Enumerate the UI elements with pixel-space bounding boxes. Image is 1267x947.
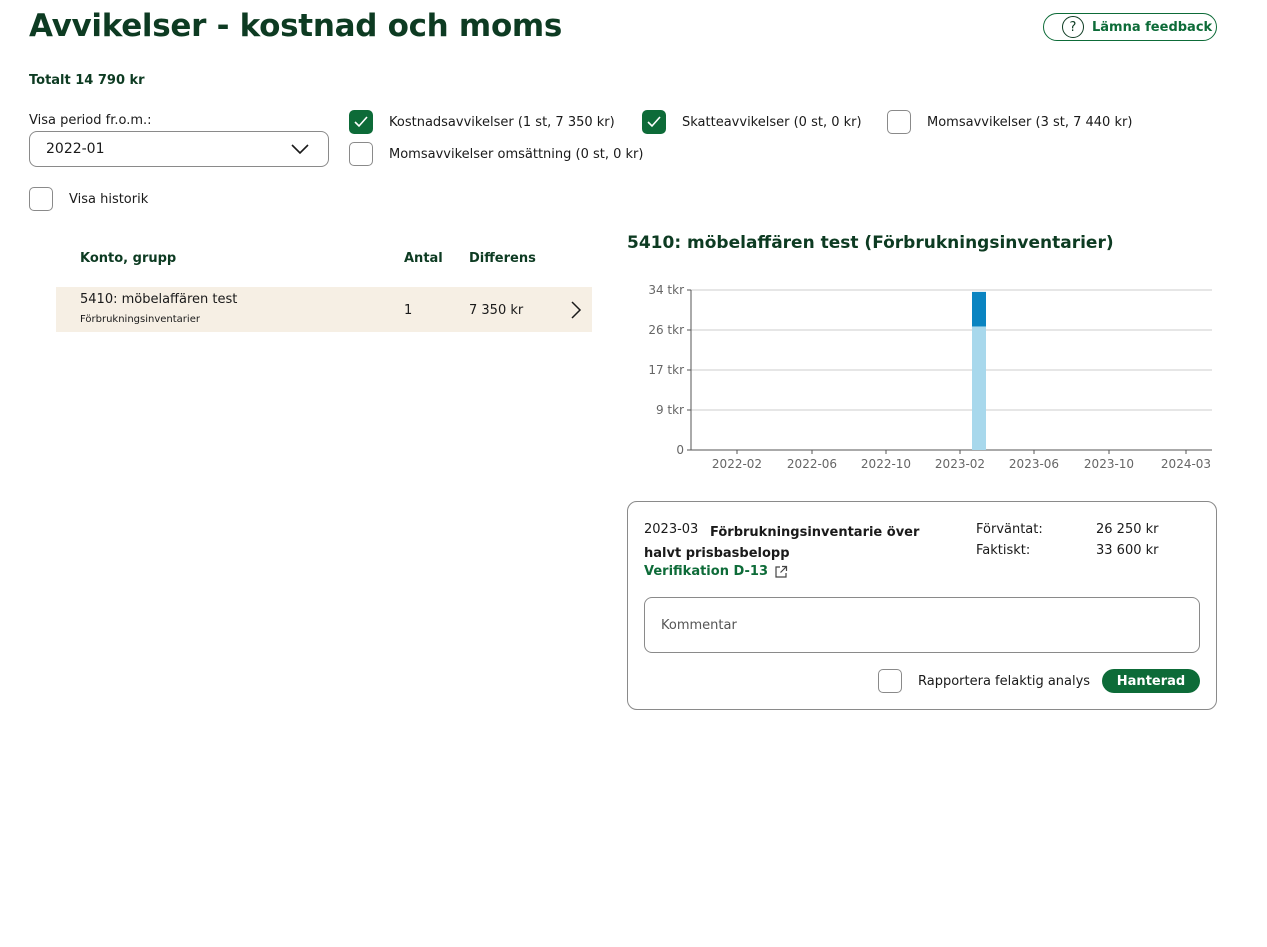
y-tick-label: 34 tkr <box>648 283 684 297</box>
total-sum: Totalt 14 790 kr <box>29 73 145 88</box>
detail-description: Förbrukningsinventarie över halvt prisba… <box>644 525 920 561</box>
column-header-account: Konto, grupp <box>80 251 177 266</box>
x-tick-label: 2024-03 <box>1161 457 1211 471</box>
period-select[interactable]: 2022-01 <box>29 131 329 167</box>
x-tick-label: 2023-02 <box>935 457 985 471</box>
bar-excess <box>972 291 986 327</box>
external-link-icon <box>775 565 788 578</box>
chevron-down-icon <box>291 144 309 155</box>
checkmark-icon <box>354 116 368 128</box>
feedback-label: Lämna feedback <box>1092 19 1213 35</box>
x-tick-label: 2023-06 <box>1009 457 1059 471</box>
checkmark-icon <box>647 116 661 128</box>
vat-turnover-label: Momsavvikelser omsättning (0 st, 0 kr) <box>389 147 644 162</box>
column-header-diff: Differens <box>469 251 536 266</box>
feedback-button[interactable]: ? Lämna feedback <box>1043 13 1217 41</box>
expected-label: Förväntat: <box>976 522 1043 537</box>
y-tick-label: 9 tkr <box>656 403 684 417</box>
cost-deviations-label: Kostnadsavvikelser (1 st, 7 350 kr) <box>389 115 615 130</box>
handled-button[interactable]: Hanterad <box>1102 669 1200 693</box>
vat-deviations-checkbox[interactable] <box>887 110 911 134</box>
show-history-checkbox[interactable] <box>29 187 53 211</box>
expected-value: 26 250 kr <box>1096 522 1159 537</box>
row-count: 1 <box>404 303 413 318</box>
cost-deviations-checkbox[interactable] <box>349 110 373 134</box>
vat-turnover-checkbox[interactable] <box>349 142 373 166</box>
tax-deviations-label: Skatteavvikelser (0 st, 0 kr) <box>682 115 862 130</box>
y-tick-label: 0 <box>676 443 684 457</box>
period-value: 2022-01 <box>46 141 105 157</box>
y-tick-label: 17 tkr <box>648 363 684 377</box>
table-row[interactable]: 5410: möbelaffären test Förbrukningsinve… <box>56 287 592 332</box>
y-tick-label: 26 tkr <box>648 323 684 337</box>
x-tick-label: 2022-06 <box>787 457 837 471</box>
x-tick-label: 2022-10 <box>861 457 911 471</box>
verification-label: Verifikation D-13 <box>644 564 768 579</box>
chart-title: 5410: möbelaffären test (Förbrukningsinv… <box>627 233 1114 253</box>
x-tick-label: 2022-02 <box>712 457 762 471</box>
row-diff: 7 350 kr <box>469 303 524 318</box>
actual-label: Faktiskt: <box>976 543 1031 558</box>
chevron-right-icon <box>571 301 582 319</box>
report-incorrect-label: Rapportera felaktig analys <box>918 674 1091 689</box>
comment-input[interactable] <box>644 597 1200 653</box>
bar-expected <box>972 326 986 450</box>
verification-link[interactable]: Verifikation D-13 <box>644 564 788 579</box>
page-title: Avvikelser - kostnad och moms <box>29 8 563 44</box>
row-account-name: 5410: möbelaffären test <box>80 292 238 307</box>
actual-value: 33 600 kr <box>1096 543 1159 558</box>
deviation-chart: 0 9 tkr 17 tkr 26 tkr 34 tkr 2022-02 2022-06 20… <box>648 283 1212 471</box>
report-incorrect-checkbox[interactable] <box>878 669 902 693</box>
period-label: Visa period fr.o.m.: <box>29 113 152 128</box>
vat-deviations-label: Momsavvikelser (3 st, 7 440 kr) <box>927 115 1133 130</box>
tax-deviations-checkbox[interactable] <box>642 110 666 134</box>
row-account-group: Förbrukningsinventarier <box>80 314 200 325</box>
show-history-label: Visa historik <box>69 192 149 207</box>
help-icon: ? <box>1062 16 1084 38</box>
column-header-count: Antal <box>404 251 443 266</box>
deviation-detail-card: 2023-03 Förbrukningsinventarie över halv… <box>627 501 1217 710</box>
x-tick-label: 2023-10 <box>1084 457 1134 471</box>
